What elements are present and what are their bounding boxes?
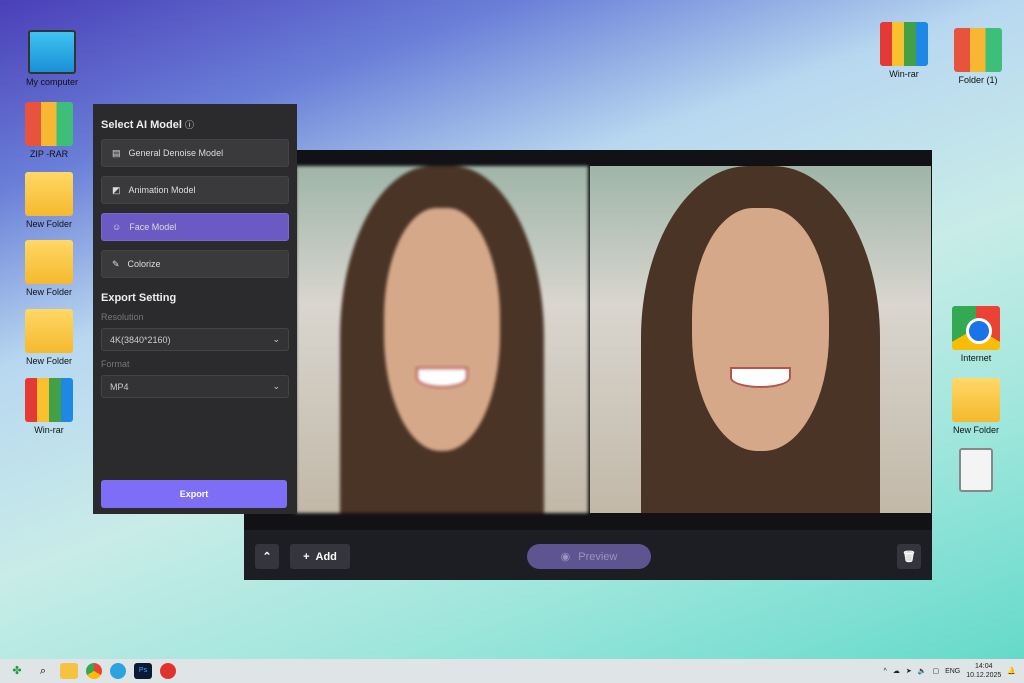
icon-label: Win-rar xyxy=(889,69,919,79)
resolution-label: Resolution xyxy=(101,312,144,322)
folder-icon xyxy=(952,378,1000,422)
photoshop-icon[interactable]: Ps xyxy=(134,663,152,679)
icon-label: Folder (1) xyxy=(958,75,998,85)
format-label: Format xyxy=(101,359,130,369)
system-tray: ^ ☁ ➤ 🔈 ▢ ENG 14:04 10.12.2025 🔔 xyxy=(884,662,1016,680)
desktop-icon-my-computer[interactable]: My computer xyxy=(20,30,84,87)
desktop-icon-folder[interactable]: New Folder xyxy=(17,309,81,366)
telegram-tray-icon[interactable]: ➤ xyxy=(906,667,912,675)
computer-icon xyxy=(28,30,76,74)
chrome-icon[interactable] xyxy=(86,663,102,679)
panel-title: Select AI Model ⓘ xyxy=(101,119,194,131)
display-icon[interactable]: ▢ xyxy=(932,667,939,675)
date: 10.12.2025 xyxy=(966,672,1002,679)
format-value: MP4 xyxy=(110,381,129,392)
chevron-down-icon: ⌄ xyxy=(272,381,280,391)
clock[interactable]: 14:04 10.12.2025 xyxy=(966,662,1001,680)
folder-icon xyxy=(25,240,73,284)
info-icon[interactable]: ⓘ xyxy=(185,120,194,130)
icon-label: Win-rar xyxy=(34,425,64,435)
film-icon: ▤ xyxy=(112,147,121,158)
trash-icon: 🗑 xyxy=(902,551,916,563)
chrome-icon xyxy=(952,306,1000,350)
model-label: Colorize xyxy=(127,259,161,269)
notification-bell-icon[interactable]: 🔔 xyxy=(1007,667,1016,675)
telegram-icon[interactable] xyxy=(110,663,126,679)
desktop-icon-zip-rar[interactable]: ZIP -RAR xyxy=(17,102,81,159)
desktop-icon-winrar[interactable]: Win-rar xyxy=(17,378,81,435)
desktop-icon-folder-1[interactable]: Folder (1) xyxy=(946,28,1010,85)
taskbar: ✤ ⌕ Ps ^ ☁ ➤ 🔈 ▢ ENG 14:04 10.12.2025 🔔 xyxy=(0,659,1024,683)
eye-icon: ◉ xyxy=(560,551,571,563)
preview-button[interactable]: ◉ Preview xyxy=(527,544,651,569)
binders-icon xyxy=(954,28,1002,72)
icon-label: My computer xyxy=(25,77,78,87)
resolution-select[interactable]: 4K(3840*2160) ⌄ xyxy=(101,328,289,351)
file-explorer-icon[interactable] xyxy=(60,663,78,679)
trash-icon xyxy=(959,448,993,492)
shapes-icon: ◩ xyxy=(112,184,121,195)
original-image xyxy=(296,166,588,513)
resolution-value: 4K(3840*2160) xyxy=(110,334,171,345)
plus-icon: + xyxy=(303,550,310,563)
desktop-icon-folder[interactable]: New Folder xyxy=(17,172,81,229)
export-button[interactable]: Export xyxy=(101,480,287,508)
icon-label: ZIP -RAR xyxy=(29,149,69,159)
chevron-up-icon[interactable]: ^ xyxy=(884,668,887,675)
export-setting-title: Export Setting xyxy=(101,292,177,304)
brush-icon: ✎ xyxy=(112,258,120,269)
add-button[interactable]: + Add xyxy=(290,544,350,569)
desktop-icon-winrar[interactable]: Win-rar xyxy=(872,22,936,79)
desktop-icon-internet[interactable]: Internet xyxy=(944,306,1008,363)
icon-label: New Folder xyxy=(25,287,72,297)
desktop-icon-folder[interactable]: New Folder xyxy=(17,240,81,297)
model-general-denoise[interactable]: ▤ General Denoise Model xyxy=(101,139,289,167)
volume-icon[interactable]: 🔈 xyxy=(918,667,927,675)
app-icon[interactable] xyxy=(160,663,176,679)
chevron-down-icon: ⌄ xyxy=(272,334,280,344)
desktop-icon-folder[interactable]: New Folder xyxy=(944,378,1008,435)
preview-label: Preview xyxy=(578,550,618,563)
language-indicator[interactable]: ENG xyxy=(945,668,960,675)
model-label: Animation Model xyxy=(128,185,196,195)
binders-icon xyxy=(25,102,73,146)
icon-label: New Folder xyxy=(25,356,72,366)
add-label: Add xyxy=(315,550,337,563)
settings-panel: Select AI Model ⓘ ▤ General Denoise Model… xyxy=(93,104,297,514)
folder-icon xyxy=(25,309,73,353)
model-face[interactable]: ☺ Face Model xyxy=(101,213,289,241)
icon-label: New Folder xyxy=(952,425,999,435)
enhanced-image xyxy=(590,166,931,513)
icon-label: New Folder xyxy=(25,219,72,229)
model-colorize[interactable]: ✎ Colorize xyxy=(101,250,289,278)
winrar-icon xyxy=(880,22,928,66)
start-icon[interactable]: ✤ xyxy=(8,663,26,679)
face-icon: ☺ xyxy=(112,222,122,232)
model-label: General Denoise Model xyxy=(128,148,224,158)
viewer-toolbar: ⌃ + Add ◉ Preview 🗑 xyxy=(244,530,932,580)
model-label: Face Model xyxy=(129,222,177,232)
desktop-icon-recycle-bin[interactable] xyxy=(944,448,1008,495)
search-icon[interactable]: ⌕ xyxy=(34,663,52,679)
network-icon[interactable]: ☁ xyxy=(893,667,900,675)
video-viewer: ⌃ + Add ◉ Preview 🗑 xyxy=(244,150,932,580)
format-select[interactable]: MP4 ⌄ xyxy=(101,375,289,398)
time: 14:04 xyxy=(974,663,993,670)
model-animation[interactable]: ◩ Animation Model xyxy=(101,176,289,204)
collapse-button[interactable]: ⌃ xyxy=(255,544,279,569)
icon-label: Internet xyxy=(960,353,992,363)
folder-icon xyxy=(25,172,73,216)
winrar-icon xyxy=(25,378,73,422)
delete-button[interactable]: 🗑 xyxy=(897,544,921,569)
chevron-up-icon: ⌃ xyxy=(262,551,272,563)
